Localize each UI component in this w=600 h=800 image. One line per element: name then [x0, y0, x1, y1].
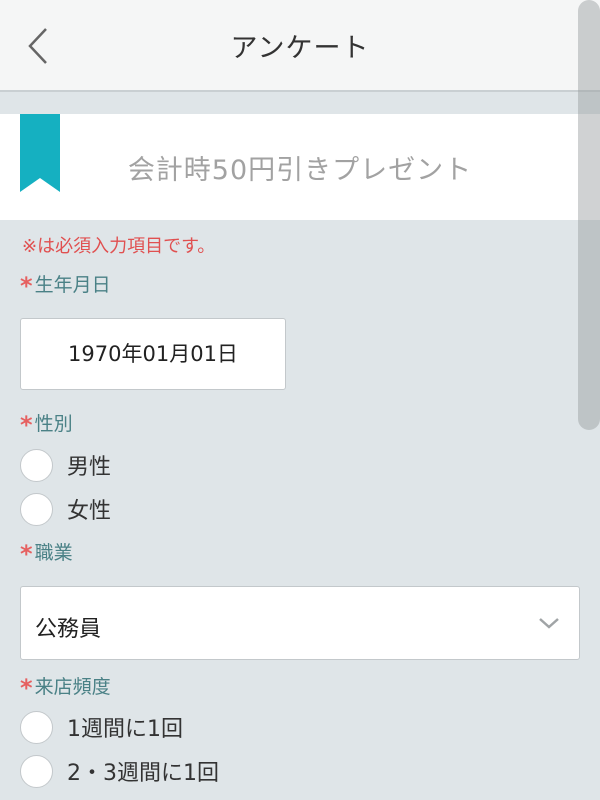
radio-button[interactable] — [20, 492, 53, 526]
required-mark: * — [20, 540, 33, 568]
radio-label: 2・3週間に1回 — [67, 761, 219, 786]
radio-label: 男性 — [67, 455, 112, 480]
occupation-select[interactable]: 公務員 — [20, 586, 580, 660]
visit-frequency-label: * 来店頻度 — [20, 672, 111, 702]
required-mark: * — [20, 674, 33, 702]
required-mark: * — [20, 272, 33, 300]
radio-button[interactable] — [20, 448, 53, 482]
frequency-option-weekly[interactable]: 1週間に1回 — [20, 709, 183, 745]
birthdate-field[interactable]: 1970年01月01日 — [20, 318, 286, 390]
occupation-label-text: 職業 — [34, 542, 73, 564]
chevron-down-icon — [539, 618, 559, 629]
birthdate-label-text: 生年月日 — [34, 274, 111, 296]
gender-option-male[interactable]: 男性 — [20, 447, 111, 483]
birthdate-label: * 生年月日 — [20, 270, 111, 300]
occupation-selected-value: 公務員 — [35, 617, 102, 642]
banner-text: 会計時50円引きプレゼント — [127, 155, 473, 186]
gender-option-female[interactable]: 女性 — [20, 491, 111, 527]
required-mark: * — [20, 411, 33, 439]
page-title: アンケート — [230, 33, 370, 64]
visit-frequency-label-text: 来店頻度 — [34, 676, 111, 698]
scrollbar[interactable] — [578, 0, 600, 430]
occupation-label: * 職業 — [20, 538, 73, 568]
radio-button[interactable] — [20, 754, 53, 788]
radio-label: 女性 — [67, 499, 112, 524]
radio-button[interactable] — [20, 710, 53, 744]
radio-label: 1週間に1回 — [67, 717, 183, 742]
frequency-option-2-3-weeks[interactable]: 2・3週間に1回 — [20, 753, 219, 789]
required-note: ※は必須入力項目です。 — [22, 236, 216, 257]
gender-label-text: 性別 — [34, 413, 73, 435]
header-bar: アンケート — [0, 0, 600, 92]
promo-banner: 会計時50円引きプレゼント — [0, 114, 600, 220]
gender-label: * 性別 — [20, 409, 73, 439]
